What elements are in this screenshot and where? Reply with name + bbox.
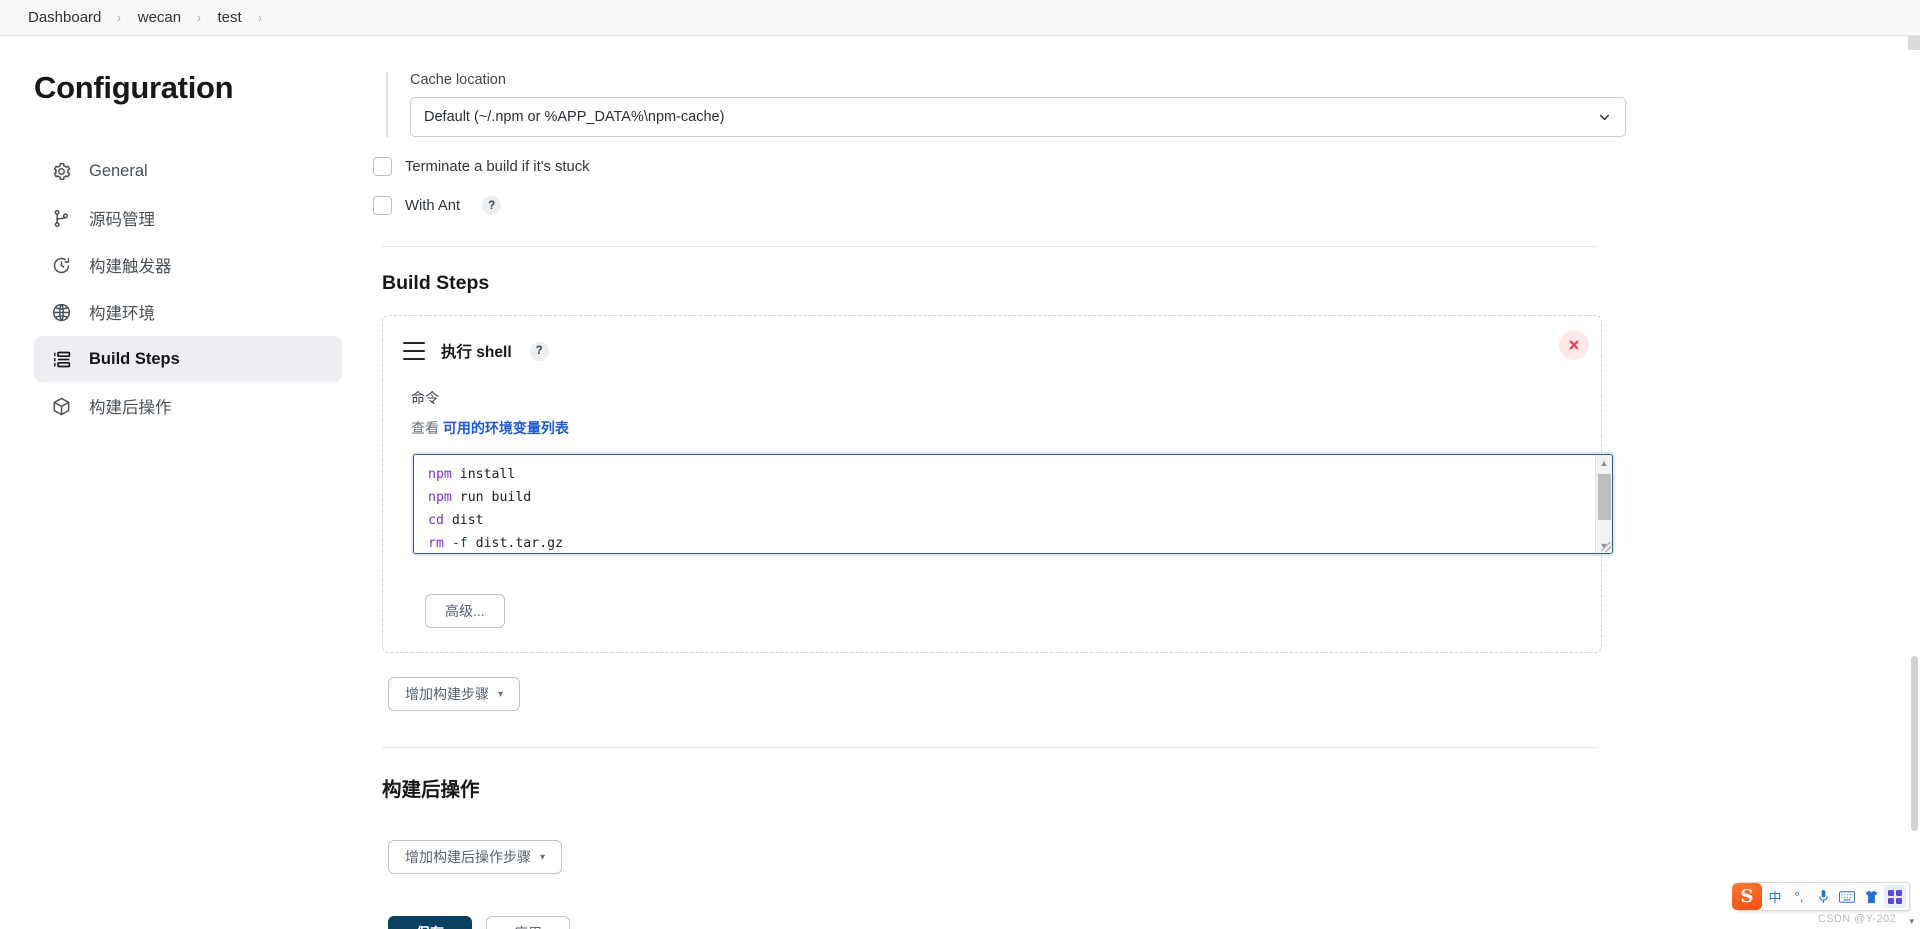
cache-location-select[interactable]: Default (~/.npm or %APP_DATA%\npm-cache) bbox=[410, 97, 1626, 137]
scroll-up-icon[interactable]: ▲ bbox=[1600, 455, 1609, 470]
cache-location-label: Cache location bbox=[410, 72, 506, 88]
sidebar: Configuration General 源码管理 构建触发器 构建环境 Bu… bbox=[0, 36, 372, 929]
chevron-down-icon[interactable]: ▾ bbox=[1909, 916, 1914, 927]
env-prefix-text: 查看 bbox=[411, 420, 439, 436]
page-root: Dashboard › wecan › test › Configuration… bbox=[0, 0, 1920, 929]
build-step-title: 执行 shell bbox=[441, 344, 512, 361]
resize-grip-icon[interactable] bbox=[1601, 542, 1611, 552]
divider bbox=[382, 246, 1598, 247]
command-code[interactable]: npm install npm run build cd dist rm -f … bbox=[414, 455, 1595, 553]
ime-toolbar[interactable]: S 中 °, bbox=[1732, 882, 1910, 911]
sidebar-item-label: General bbox=[89, 161, 148, 180]
breadcrumb-separator-icon: › bbox=[117, 10, 122, 25]
scrollbar-corner bbox=[1908, 36, 1920, 50]
sidebar-item-source-control[interactable]: 源码管理 bbox=[34, 195, 342, 241]
save-button[interactable]: 保存 bbox=[388, 916, 472, 929]
terminate-build-label: Terminate a build if it's stuck bbox=[405, 158, 590, 175]
clock-icon bbox=[50, 254, 72, 276]
box-icon bbox=[50, 395, 72, 417]
with-ant-row[interactable]: With Ant ? bbox=[373, 196, 1632, 215]
build-step-card: 执行 shell ? 命令 查看 可用的环境变量列表 npm install n… bbox=[382, 315, 1613, 653]
add-post-build-label: 增加构建后操作步骤 bbox=[405, 849, 531, 865]
sidebar-item-build-environment[interactable]: 构建环境 bbox=[34, 289, 342, 335]
list-icon bbox=[50, 348, 72, 370]
textarea-scrollbar[interactable]: ▲ ▼ bbox=[1595, 455, 1612, 553]
page-scrollbar[interactable] bbox=[1908, 36, 1920, 929]
close-icon[interactable] bbox=[1559, 330, 1589, 360]
add-post-build-step-button[interactable]: 增加构建后操作步骤 ▾ bbox=[388, 840, 563, 874]
terminate-build-checkbox[interactable] bbox=[373, 157, 392, 176]
with-ant-checkbox[interactable] bbox=[373, 196, 392, 215]
breadcrumb-separator-icon: › bbox=[197, 10, 202, 25]
sidebar-item-label: Build Steps bbox=[89, 349, 180, 368]
sidebar-item-label: 构建触发器 bbox=[89, 258, 172, 276]
page-scrollbar-thumb[interactable] bbox=[1911, 656, 1918, 831]
add-build-step-button[interactable]: 增加构建步骤 ▾ bbox=[388, 677, 521, 711]
sidebar-item-general[interactable]: General bbox=[34, 148, 342, 194]
cache-location-section: Cache location Default (~/.npm or %APP_D… bbox=[386, 72, 1632, 137]
env-variables-link[interactable]: 可用的环境变量列表 bbox=[443, 420, 569, 436]
cache-location-select-wrap: Default (~/.npm or %APP_DATA%\npm-cache) bbox=[410, 97, 1626, 137]
chevron-down-icon: ▾ bbox=[498, 688, 504, 700]
sidebar-item-label: 构建后操作 bbox=[89, 399, 172, 417]
help-icon[interactable]: ? bbox=[529, 341, 549, 361]
add-build-step-label: 增加构建步骤 bbox=[405, 686, 489, 702]
microphone-icon[interactable] bbox=[1812, 885, 1834, 908]
post-build-heading: 构建后操作 bbox=[382, 779, 480, 801]
command-textarea[interactable]: npm install npm run build cd dist rm -f … bbox=[413, 454, 1613, 554]
skin-icon[interactable] bbox=[1860, 885, 1882, 908]
sidebar-item-build-steps[interactable]: Build Steps bbox=[34, 336, 342, 382]
page-title: Configuration bbox=[34, 70, 234, 105]
breadcrumb-item-dashboard[interactable]: Dashboard bbox=[16, 7, 113, 28]
app-grid-icon[interactable] bbox=[1884, 885, 1906, 908]
chevron-down-icon: ▾ bbox=[540, 851, 546, 863]
build-step-header: 执行 shell ? bbox=[403, 334, 1581, 366]
gear-icon bbox=[50, 160, 72, 182]
divider bbox=[382, 747, 1598, 748]
watermark: CSDN @Y-202 bbox=[1817, 913, 1896, 925]
scrollbar-track[interactable] bbox=[1596, 470, 1612, 538]
apply-button[interactable]: 应用 bbox=[486, 916, 570, 929]
command-label: 命令 bbox=[411, 390, 439, 406]
breadcrumb-separator-icon: › bbox=[258, 10, 262, 25]
main-content: Cache location Default (~/.npm or %APP_D… bbox=[372, 36, 1920, 929]
scrollbar-thumb[interactable] bbox=[1598, 474, 1611, 520]
breadcrumb: Dashboard › wecan › test › bbox=[0, 0, 1920, 36]
sidebar-item-label: 源码管理 bbox=[89, 211, 155, 229]
with-ant-label: With Ant bbox=[405, 197, 461, 214]
help-icon[interactable]: ? bbox=[482, 196, 502, 215]
branch-icon bbox=[50, 207, 72, 229]
build-steps-heading: Build Steps bbox=[382, 272, 490, 294]
env-variables-line: 查看 可用的环境变量列表 bbox=[411, 418, 1581, 438]
form-actions: 保存 应用 bbox=[388, 916, 1632, 929]
globe-icon bbox=[50, 301, 72, 323]
sidebar-item-build-triggers[interactable]: 构建触发器 bbox=[34, 242, 342, 288]
chinese-mode-icon[interactable]: 中 bbox=[1764, 885, 1786, 908]
sogou-logo-icon[interactable]: S bbox=[1732, 883, 1762, 910]
advanced-button[interactable]: 高级... bbox=[425, 594, 505, 628]
punctuation-icon[interactable]: °, bbox=[1788, 885, 1810, 908]
sidebar-item-label: 构建环境 bbox=[89, 305, 155, 323]
drag-handle-icon[interactable] bbox=[403, 342, 425, 360]
breadcrumb-item-wecan[interactable]: wecan bbox=[126, 7, 193, 28]
sidebar-item-post-build-actions[interactable]: 构建后操作 bbox=[34, 383, 342, 429]
terminate-build-row[interactable]: Terminate a build if it's stuck bbox=[373, 157, 1632, 176]
keyboard-icon[interactable] bbox=[1836, 885, 1858, 908]
breadcrumb-item-test[interactable]: test bbox=[205, 7, 253, 28]
